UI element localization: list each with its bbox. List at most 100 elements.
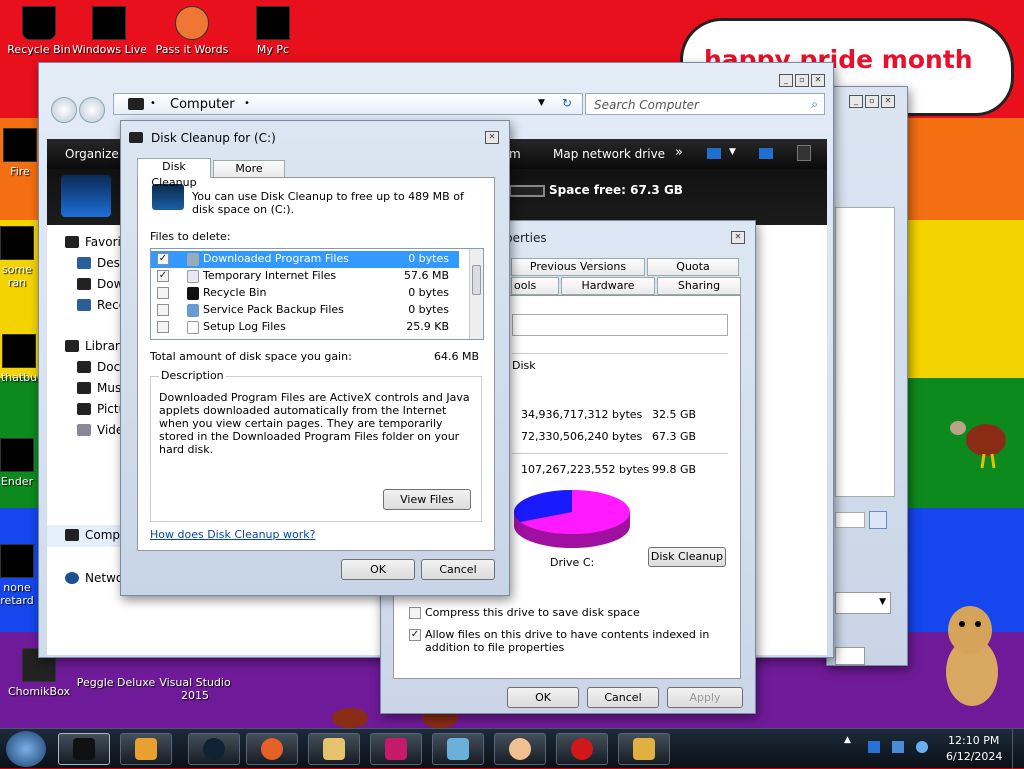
ok-button[interactable]: OK (341, 559, 415, 580)
file-row-setup-log-files[interactable]: Setup Log Files 25.9 KB (151, 319, 459, 336)
file-row-recycle-bin[interactable]: Recycle Bin 0 bytes (151, 285, 459, 302)
tab-sharing[interactable]: Sharing (657, 277, 741, 295)
help-link[interactable]: How does Disk Cleanup work? (150, 528, 315, 541)
desktop-icon-recycle-bin[interactable]: Recycle Bin (2, 6, 76, 56)
tab-quota[interactable]: Quota (647, 258, 739, 276)
clock-date[interactable]: 6/12/2024 (946, 750, 1002, 763)
nav-recent[interactable]: Rece (77, 298, 126, 316)
disk-cleanup-button[interactable]: Disk Cleanup (648, 547, 726, 567)
file-row-service-pack-backup[interactable]: Service Pack Backup Files 0 bytes (151, 302, 459, 319)
taskbar-globe[interactable] (188, 733, 240, 765)
show-hidden-icons[interactable]: ▲ (844, 735, 854, 759)
tab-disk-cleanup[interactable]: Disk Cleanup (137, 158, 211, 189)
view-files-button[interactable]: View Files (383, 489, 471, 510)
organize-button[interactable]: Organize (65, 147, 119, 161)
volume-tray-icon[interactable] (916, 741, 928, 753)
search-input[interactable]: Search Computer ⌕ (585, 93, 825, 115)
clock-time[interactable]: 12:10 PM (948, 734, 999, 747)
view-icon[interactable] (707, 148, 721, 159)
minimize-button[interactable]: _ (779, 74, 793, 87)
desktop-icon-some-ran[interactable]: some ran (0, 226, 42, 289)
description-text: Downloaded Program Files are ActiveX con… (159, 391, 470, 456)
taskbar-red-app[interactable] (556, 733, 608, 765)
taskbar-books[interactable] (618, 733, 670, 765)
go-icon[interactable] (869, 511, 887, 529)
recycle-bin-icon (187, 287, 199, 300)
tray-icon[interactable] (868, 741, 880, 753)
taskbar-notes[interactable] (432, 733, 484, 765)
desktop-icon-none-retard[interactable]: none retard (0, 544, 42, 607)
compress-checkbox[interactable] (409, 607, 421, 619)
close-button[interactable]: ✕ (731, 231, 745, 244)
files-list[interactable]: ✓ Downloaded Program Files 0 bytes ✓ Temp… (150, 248, 484, 340)
refresh-icon[interactable]: ↻ (562, 96, 572, 110)
address-bar[interactable]: • Computer • ▼ ↻ (113, 93, 583, 115)
start-button[interactable] (6, 731, 46, 767)
taskbar: ▲ 12:10 PM 6/12/2024 (0, 728, 1024, 769)
dropdown[interactable]: ▼ (835, 592, 891, 614)
drive-icon (61, 175, 111, 217)
taskbar-computer[interactable] (58, 733, 110, 765)
nav-videos[interactable]: Vide (77, 423, 123, 441)
tab-hardware[interactable]: Hardware (561, 277, 655, 295)
ok-button[interactable]: OK (507, 687, 579, 708)
maximize-button[interactable]: ▫ (865, 95, 879, 108)
separator-icon: • (150, 98, 156, 109)
chevron-down-icon[interactable]: ▼ (538, 98, 545, 108)
file-checkbox[interactable] (157, 321, 169, 333)
show-desktop-button[interactable] (1012, 729, 1024, 769)
search-icon[interactable]: ⌕ (811, 97, 818, 112)
desktop-icon-peggle-deluxe[interactable]: Peggle Deluxe (76, 676, 156, 689)
close-button[interactable]: ✕ (485, 131, 499, 144)
tab-previous-versions[interactable]: Previous Versions (511, 258, 645, 276)
apply-button[interactable]: Apply (667, 687, 743, 708)
disk-usage-pie (514, 490, 630, 548)
desktop-icon-my-pc[interactable]: My Pc (236, 6, 310, 56)
network-tray-icon[interactable] (892, 741, 904, 753)
tab-more-options[interactable]: More Options (213, 160, 285, 191)
desktop-icon-visual-studio[interactable]: Visual Studio 2015 (152, 676, 238, 702)
drive-label-input[interactable] (512, 314, 728, 336)
nav-music[interactable]: Mus (77, 381, 121, 399)
file-row-downloaded-program-files[interactable]: ✓ Downloaded Program Files 0 bytes (151, 251, 459, 268)
total-value: 64.6 MB (434, 350, 480, 363)
space-free-label: Space free: 67.3 GB (549, 183, 683, 197)
file-checkbox[interactable] (157, 304, 169, 316)
maximize-button[interactable]: ▫ (795, 74, 809, 87)
taskbar-firefox[interactable] (246, 733, 298, 765)
index-checkbox[interactable]: ✓ (409, 629, 421, 641)
nav-downloads[interactable]: Dow (77, 277, 123, 295)
nav-pictures[interactable]: Pictu (77, 402, 126, 420)
back-button[interactable] (51, 97, 77, 123)
taskbar-explorer-folder[interactable] (308, 733, 360, 765)
cancel-button[interactable]: Cancel (587, 687, 659, 708)
more-commands-button[interactable]: » (675, 145, 683, 160)
space-bar (509, 185, 545, 197)
desktop-icon-ender[interactable]: Ender (0, 438, 42, 488)
minimize-button[interactable]: _ (849, 95, 863, 108)
desktop-icon-windows-live[interactable]: Windows Live (72, 6, 146, 56)
taskbar-media-player[interactable] (120, 733, 172, 765)
file-row-temporary-internet-files[interactable]: ✓ Temporary Internet Files 57.6 MB (151, 268, 459, 285)
nav-libraries[interactable]: Librari (65, 339, 123, 357)
nav-network[interactable]: Netwo (65, 571, 123, 589)
help-icon[interactable] (797, 145, 811, 161)
desktop-icon-pass-it-words[interactable]: Pass it Words (155, 6, 229, 56)
taskbar-contact[interactable] (494, 733, 546, 765)
nav-favorites[interactable]: Favori (65, 235, 121, 253)
map-network-drive-button[interactable]: Map network drive (553, 147, 665, 161)
file-checkbox[interactable] (157, 287, 169, 299)
close-button[interactable]: ✕ (881, 95, 895, 108)
scrollbar-thumb[interactable] (472, 265, 481, 295)
description-heading: Description (159, 369, 226, 382)
close-button[interactable]: ✕ (811, 74, 825, 87)
scrollbar[interactable] (469, 249, 483, 339)
file-checkbox[interactable]: ✓ (157, 270, 169, 282)
forward-button[interactable] (79, 97, 105, 123)
file-checkbox[interactable]: ✓ (157, 253, 169, 265)
preview-pane-icon[interactable] (759, 148, 773, 159)
chevron-down-icon[interactable]: ▼ (729, 147, 736, 157)
taskbar-photo-viewer[interactable] (370, 733, 422, 765)
tab-tools[interactable]: ools (511, 277, 559, 295)
cancel-button[interactable]: Cancel (421, 559, 495, 580)
